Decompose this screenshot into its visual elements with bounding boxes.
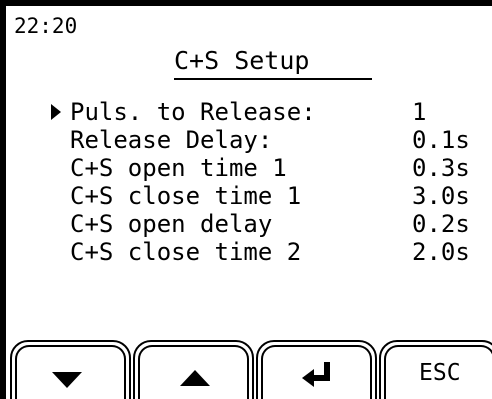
setting-row-pulses-to-release[interactable]: Puls. to Release: 1 — [6, 98, 492, 126]
setting-row-close-time-1[interactable]: C+S close time 1 3.0s — [6, 182, 492, 210]
title-underline — [174, 78, 372, 80]
setting-value: 0.2s — [412, 210, 470, 238]
setting-label: C+S open time 1 — [70, 154, 287, 182]
setting-value: 1 — [412, 98, 427, 126]
lcd-screen: 22:20 C+S Setup Puls. to Release: 1 Rele… — [6, 6, 492, 399]
up-button[interactable] — [133, 340, 254, 399]
setting-label: C+S close time 2 — [70, 238, 302, 266]
enter-icon — [302, 362, 330, 387]
setting-value: 0.1s — [412, 126, 470, 154]
esc-label: ESC — [419, 360, 461, 386]
setting-label: Release Delay: — [70, 126, 273, 154]
setting-label: Puls. to Release: — [70, 98, 316, 126]
page-title: C+S Setup — [174, 46, 310, 75]
arrow-up-icon — [180, 370, 210, 386]
setting-value: 2.0s — [412, 238, 470, 266]
setting-label: C+S close time 1 — [70, 182, 302, 210]
settings-list: Puls. to Release: 1 Release Delay: 0.1s … — [6, 98, 492, 266]
enter-button[interactable] — [256, 340, 377, 399]
setting-label: C+S open delay — [70, 210, 273, 238]
setting-row-close-time-2[interactable]: C+S close time 2 2.0s — [6, 238, 492, 266]
selection-cursor-icon — [51, 104, 61, 120]
setting-value: 0.3s — [412, 154, 470, 182]
setting-row-open-delay[interactable]: C+S open delay 0.2s — [6, 210, 492, 238]
esc-button[interactable]: ESC — [379, 340, 492, 399]
arrow-down-icon — [52, 372, 82, 388]
clock: 22:20 — [14, 14, 78, 38]
setting-value: 3.0s — [412, 182, 470, 210]
softkey-bar: ESC — [6, 340, 492, 399]
setting-row-open-time-1[interactable]: C+S open time 1 0.3s — [6, 154, 492, 182]
setting-row-release-delay[interactable]: Release Delay: 0.1s — [6, 126, 492, 154]
down-button[interactable] — [10, 340, 131, 399]
